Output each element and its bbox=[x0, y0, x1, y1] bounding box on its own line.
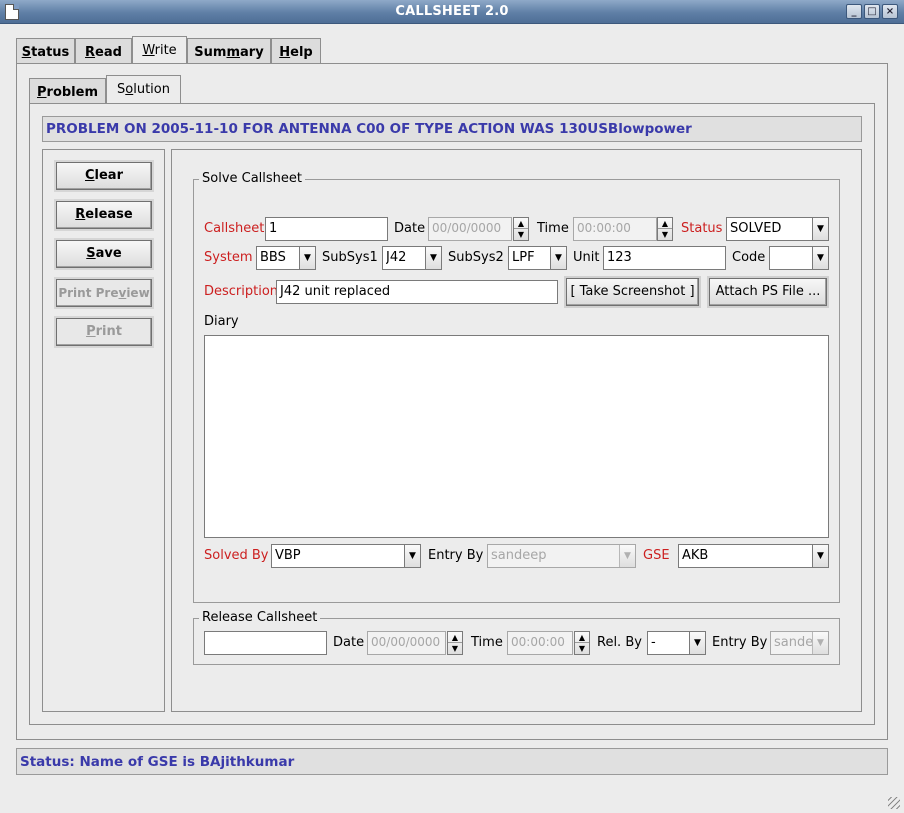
attach-ps-file-button[interactable]: Attach PS File ... bbox=[709, 278, 827, 306]
description-input[interactable]: J42 unit replaced bbox=[276, 280, 558, 304]
clear-button[interactable]: Clear bbox=[56, 162, 152, 190]
unit-input[interactable]: 123 bbox=[603, 246, 726, 270]
action-panel bbox=[42, 149, 165, 712]
rel-by-value: - bbox=[651, 635, 656, 650]
solved-by-value: VBP bbox=[275, 548, 301, 563]
take-screenshot-button[interactable]: [ Take Screenshot ] bbox=[566, 278, 699, 306]
release-date-label: Date bbox=[333, 635, 365, 650]
save-button[interactable]: Save bbox=[56, 240, 152, 268]
subsys1-value: J42 bbox=[386, 250, 407, 265]
date-input[interactable]: 00/00/0000 bbox=[428, 217, 512, 241]
close-icon[interactable]: × bbox=[882, 4, 898, 19]
chevron-down-icon[interactable]: ▼ bbox=[619, 545, 635, 567]
spin-up-icon[interactable]: ▲ bbox=[448, 632, 462, 643]
subsys2-label: SubSys2 bbox=[448, 250, 504, 265]
spin-up-icon[interactable]: ▲ bbox=[575, 632, 589, 643]
spin-up-icon[interactable]: ▲ bbox=[658, 218, 672, 229]
time-spinner[interactable]: ▲ ▼ bbox=[657, 217, 673, 241]
release-date-input[interactable]: 00/00/0000 bbox=[367, 631, 446, 655]
callsheet-input[interactable]: 1 bbox=[265, 217, 388, 241]
tab-write[interactable]: Write bbox=[132, 36, 187, 64]
chevron-down-icon[interactable]: ▼ bbox=[812, 247, 828, 269]
chevron-down-icon[interactable]: ▼ bbox=[812, 632, 828, 654]
status-value: SOLVED bbox=[730, 221, 782, 236]
title-bar: CALLSHEET 2.0 _ □ × bbox=[0, 0, 904, 24]
print-preview-button[interactable]: Print Preview bbox=[56, 279, 152, 307]
unit-label: Unit bbox=[573, 250, 600, 265]
gse-select[interactable]: AKB ▼ bbox=[678, 544, 829, 568]
release-time-spinner[interactable]: ▲ ▼ bbox=[574, 631, 590, 655]
release-time-input[interactable]: 00:00:00 bbox=[507, 631, 573, 655]
tab-read[interactable]: Read bbox=[75, 38, 132, 64]
spin-down-icon[interactable]: ▼ bbox=[448, 643, 462, 654]
release-time-label: Time bbox=[471, 635, 503, 650]
chevron-down-icon[interactable]: ▼ bbox=[404, 545, 420, 567]
system-label: System bbox=[204, 250, 253, 265]
print-button[interactable]: Print bbox=[56, 318, 152, 346]
entry-by-label: Entry By bbox=[428, 548, 484, 563]
rel-by-select[interactable]: - ▼ bbox=[647, 631, 706, 655]
spin-down-icon[interactable]: ▼ bbox=[575, 643, 589, 654]
entry-by-select[interactable]: sandeep ▼ bbox=[487, 544, 636, 568]
chevron-down-icon[interactable]: ▼ bbox=[425, 247, 441, 269]
release-date-spinner[interactable]: ▲ ▼ bbox=[447, 631, 463, 655]
status-select[interactable]: SOLVED ▼ bbox=[726, 217, 829, 241]
description-label: Description bbox=[204, 284, 279, 299]
status-label: Status bbox=[681, 221, 723, 236]
spin-down-icon[interactable]: ▼ bbox=[514, 229, 528, 240]
subsys1-select[interactable]: J42 ▼ bbox=[382, 246, 442, 270]
code-select[interactable]: ▼ bbox=[769, 246, 829, 270]
time-input[interactable]: 00:00:00 bbox=[573, 217, 657, 241]
chevron-down-icon[interactable]: ▼ bbox=[550, 247, 566, 269]
diary-label: Diary bbox=[204, 314, 239, 329]
tab-status[interactable]: Status bbox=[16, 38, 75, 64]
subsys1-label: SubSys1 bbox=[322, 250, 378, 265]
release-entry-by-label: Entry By bbox=[712, 635, 768, 650]
release-entry-by-value: sandeep bbox=[774, 635, 812, 650]
tab-summary[interactable]: Summary bbox=[187, 38, 271, 64]
entry-by-value: sandeep bbox=[491, 548, 547, 563]
release-callsheet-input[interactable] bbox=[204, 631, 327, 655]
system-select[interactable]: BBS ▼ bbox=[256, 246, 316, 270]
solve-callsheet-title: Solve Callsheet bbox=[199, 171, 306, 186]
system-value: BBS bbox=[260, 250, 286, 265]
gse-label: GSE bbox=[643, 548, 670, 563]
solved-by-label: Solved By bbox=[204, 548, 269, 563]
tab-help[interactable]: Help bbox=[271, 38, 321, 64]
callsheet-label: Callsheet bbox=[204, 221, 265, 236]
release-entry-by-select[interactable]: sandeep ▼ bbox=[770, 631, 829, 655]
chevron-down-icon[interactable]: ▼ bbox=[812, 218, 828, 240]
resize-grip-icon[interactable] bbox=[888, 797, 900, 809]
spin-up-icon[interactable]: ▲ bbox=[514, 218, 528, 229]
gse-value: AKB bbox=[682, 548, 709, 563]
subsys2-value: LPF bbox=[512, 250, 535, 265]
diary-textarea[interactable] bbox=[204, 335, 829, 538]
status-bar: Status: Name of GSE is BAjithkumar bbox=[16, 748, 888, 775]
maximize-icon[interactable]: □ bbox=[864, 4, 880, 19]
release-callsheet-title: Release Callsheet bbox=[199, 610, 321, 625]
spin-down-icon[interactable]: ▼ bbox=[658, 229, 672, 240]
release-button[interactable]: Release bbox=[56, 201, 152, 229]
window-title: CALLSHEET 2.0 bbox=[395, 4, 509, 19]
time-label: Time bbox=[537, 221, 569, 236]
date-spinner[interactable]: ▲ ▼ bbox=[513, 217, 529, 241]
chevron-down-icon[interactable]: ▼ bbox=[299, 247, 315, 269]
code-label: Code bbox=[732, 250, 766, 265]
date-label: Date bbox=[394, 221, 426, 236]
chevron-down-icon[interactable]: ▼ bbox=[812, 545, 828, 567]
solved-by-select[interactable]: VBP ▼ bbox=[271, 544, 421, 568]
tab-problem[interactable]: Problem bbox=[29, 78, 106, 104]
problem-banner: PROBLEM ON 2005-11-10 FOR ANTENNA C00 OF… bbox=[42, 116, 862, 142]
subsys2-select[interactable]: LPF ▼ bbox=[508, 246, 567, 270]
chevron-down-icon[interactable]: ▼ bbox=[689, 632, 705, 654]
tab-solution[interactable]: Solution bbox=[106, 75, 181, 104]
rel-by-label: Rel. By bbox=[597, 635, 642, 650]
minimize-icon[interactable]: _ bbox=[846, 4, 862, 19]
